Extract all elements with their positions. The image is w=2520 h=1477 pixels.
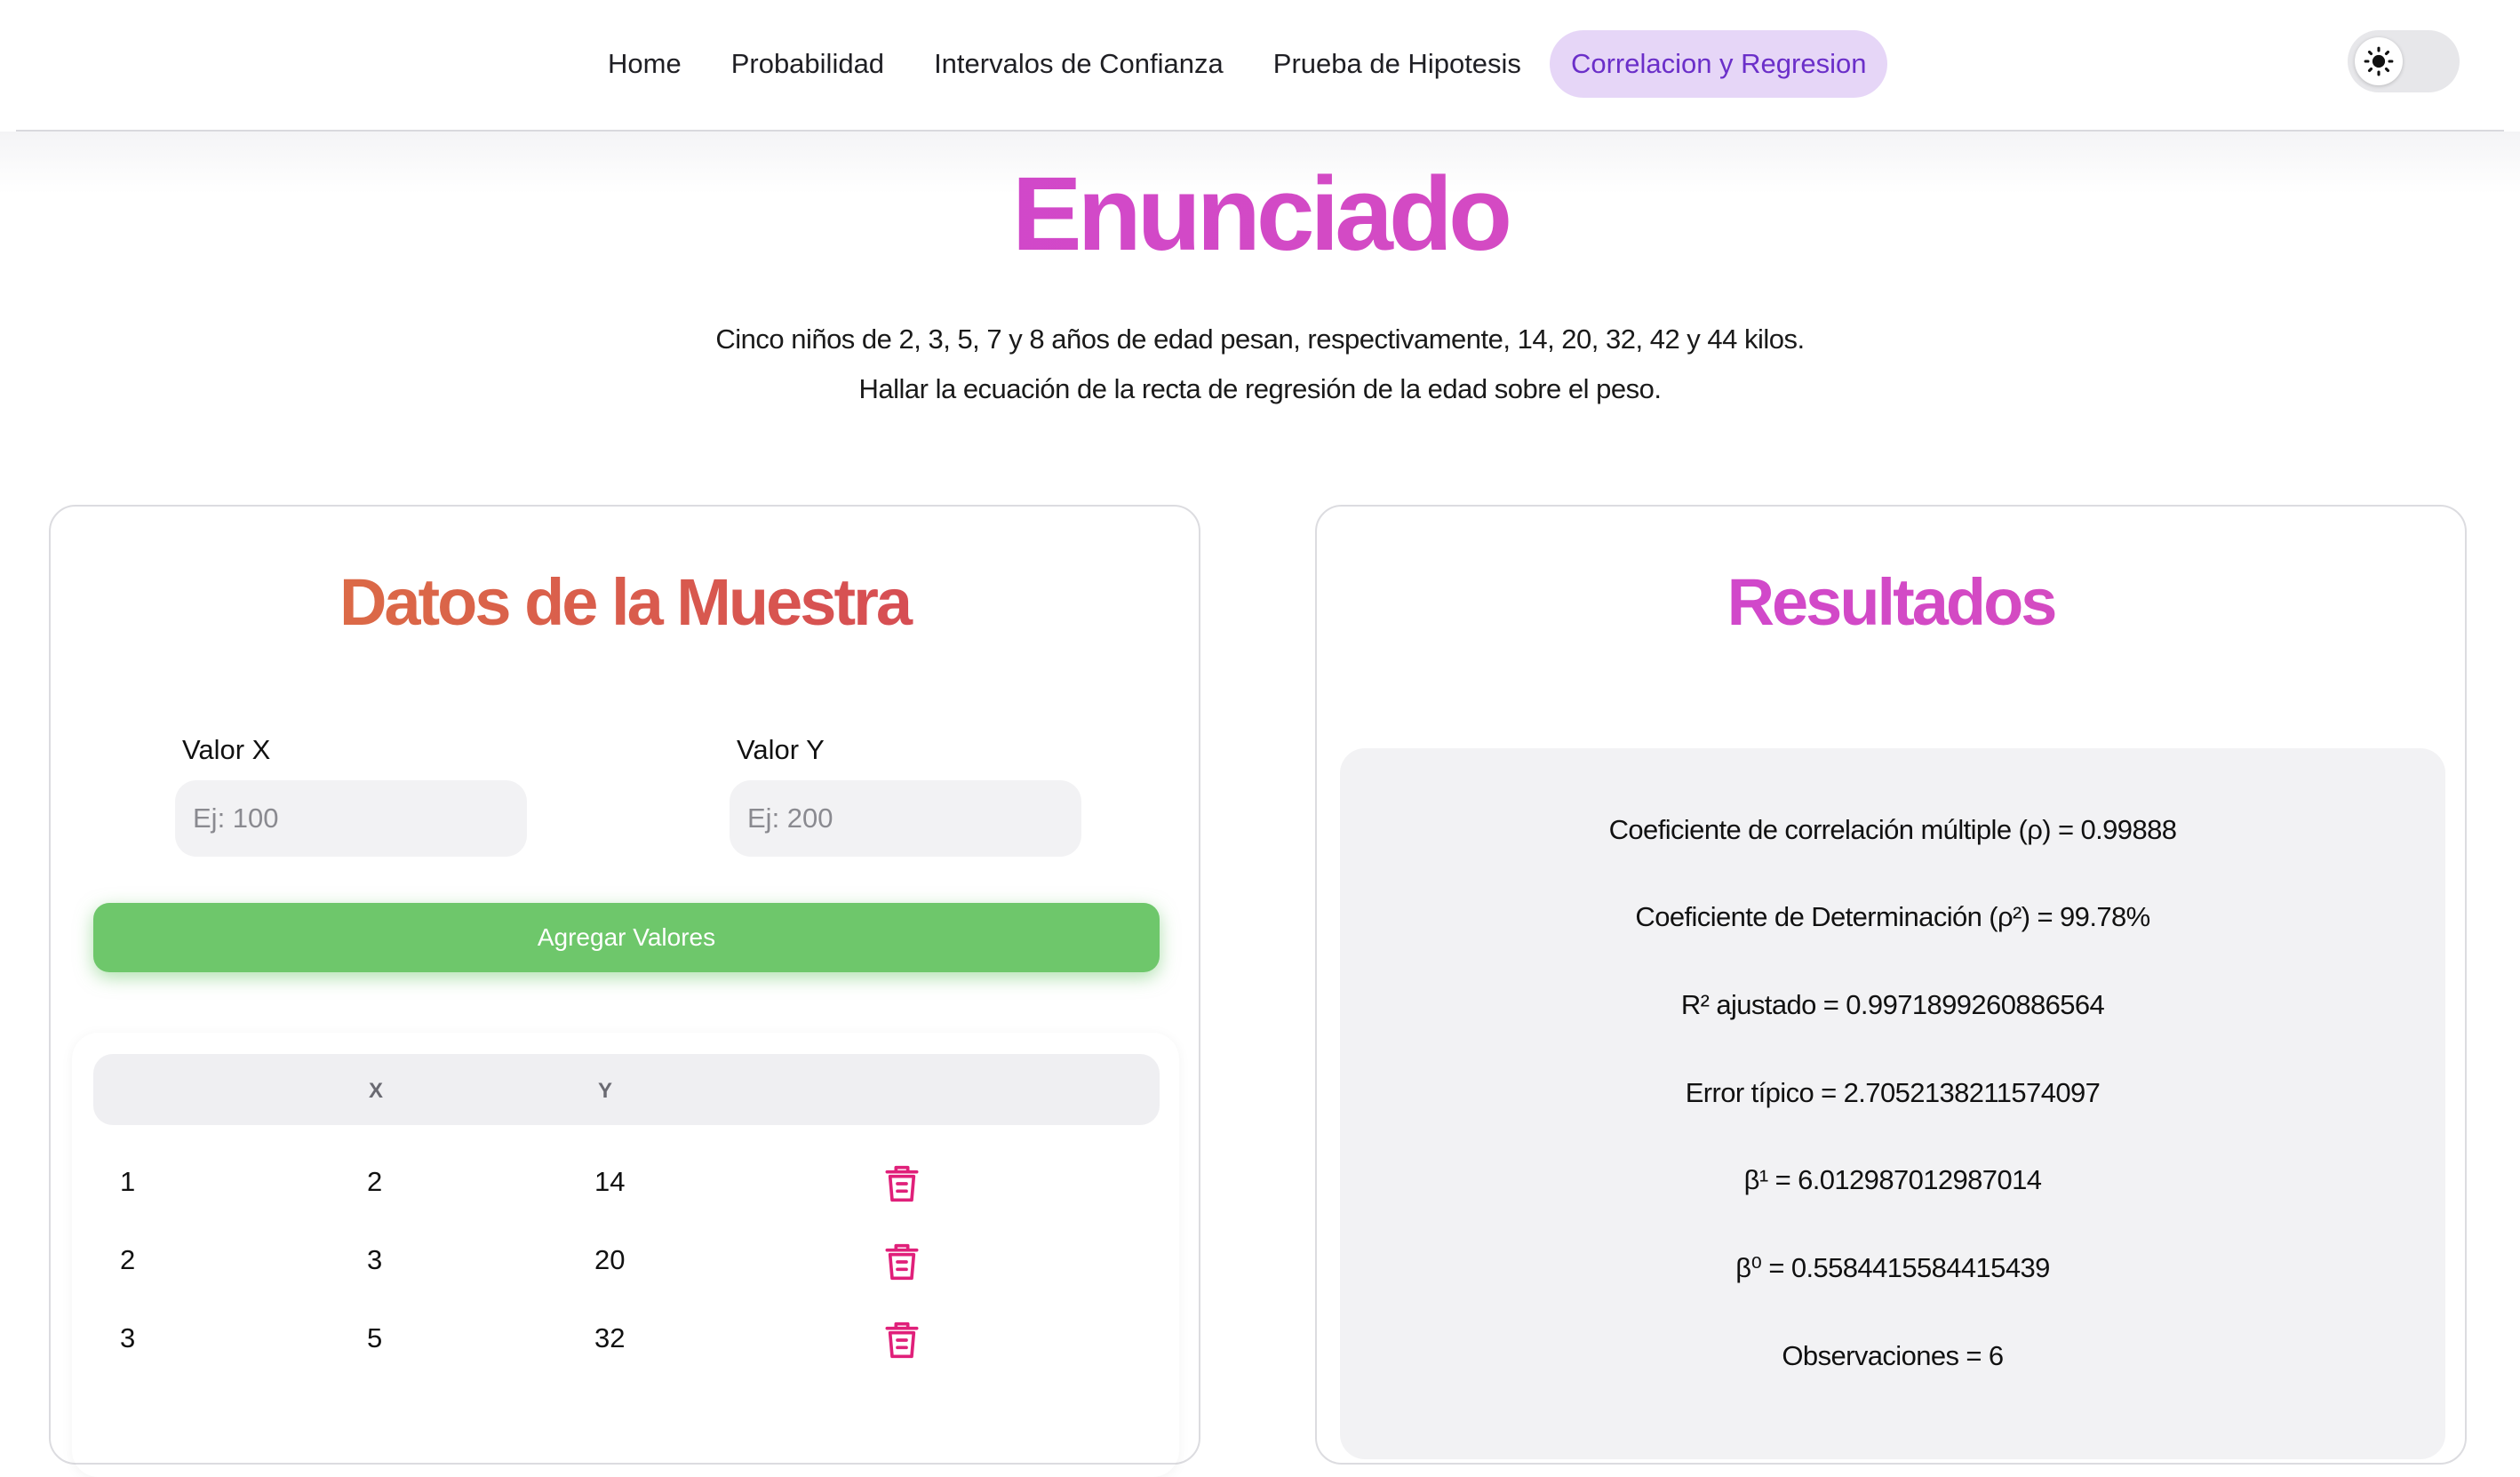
delete-row-button[interactable]: [884, 1164, 920, 1203]
sample-data-title: Datos de la Muestra: [51, 560, 1199, 645]
y-value-label: Valor Y: [737, 734, 825, 765]
statement-line-2: Hallar la ecuación de la recta de regres…: [858, 373, 1662, 404]
results-card: Resultados Coeficiente de correlación mú…: [1315, 505, 2467, 1465]
theme-toggle[interactable]: [2348, 30, 2460, 92]
row-x-value: 3: [367, 1244, 383, 1275]
delete-row-button[interactable]: [884, 1242, 920, 1281]
result-correlation: Coeficiente de correlación múltiple (ρ) …: [1608, 814, 2177, 845]
sun-icon: [2364, 46, 2394, 76]
row-x-value: 5: [367, 1322, 383, 1353]
result-determination: Coeficiente de Determinación (ρ²) = 99.7…: [1635, 901, 2150, 932]
trash-icon: [885, 1165, 919, 1202]
sample-data-card: Datos de la Muestra Valor X Valor Y Agre…: [49, 505, 1200, 1465]
table-header: X Y: [93, 1054, 1160, 1125]
trash-icon: [885, 1243, 919, 1281]
row-y-value: 20: [594, 1244, 626, 1275]
column-header-x: X: [369, 1079, 384, 1103]
add-values-button[interactable]: Agregar Valores: [93, 903, 1160, 972]
nav-probabilidad[interactable]: Probabilidad: [710, 30, 905, 98]
table-row: 1 2 14: [93, 1146, 1160, 1225]
sample-table: X Y 1 2 14 2 3 20 3 5 32: [72, 1033, 1179, 1477]
results-title: Resultados: [1317, 560, 2465, 645]
nav-prueba-de-hipotesis[interactable]: Prueba de Hipotesis: [1252, 30, 1543, 98]
delete-row-button[interactable]: [884, 1321, 920, 1360]
column-header-y: Y: [598, 1079, 613, 1103]
row-y-value: 14: [594, 1166, 626, 1197]
main-nav: Home Probabilidad Intervalos de Confianz…: [586, 30, 1888, 98]
x-value-input[interactable]: [175, 780, 527, 857]
nav-correlacion-y-regresion[interactable]: Correlacion y Regresion: [1549, 30, 1888, 98]
result-observations: Observaciones = 6: [1782, 1340, 2004, 1371]
results-panel: Coeficiente de correlación múltiple (ρ) …: [1340, 748, 2445, 1459]
row-index: 3: [120, 1322, 136, 1353]
nav-intervalos-de-confianza[interactable]: Intervalos de Confianza: [913, 30, 1245, 98]
row-index: 1: [120, 1166, 136, 1197]
page-title: Enunciado: [0, 156, 2520, 272]
result-standard-error: Error típico = 2.7052138211574097: [1685, 1077, 2101, 1108]
trash-icon: [885, 1321, 919, 1359]
result-beta-0: β⁰ = 0.5584415584415439: [1735, 1252, 2050, 1283]
result-beta-1: β¹ = 6.012987012987014: [1743, 1164, 2042, 1195]
y-value-input[interactable]: [730, 780, 1081, 857]
nav-home[interactable]: Home: [586, 30, 703, 98]
theme-toggle-knob: [2355, 37, 2403, 85]
row-index: 2: [120, 1244, 136, 1275]
row-y-value: 32: [594, 1322, 626, 1353]
row-x-value: 2: [367, 1166, 383, 1197]
x-value-label: Valor X: [182, 734, 271, 765]
result-adjusted-r2: R² ajustado = 0.9971899260886564: [1680, 989, 2105, 1020]
statement-line-1: Cinco niños de 2, 3, 5, 7 y 8 años de ed…: [715, 323, 1805, 355]
table-row: 2 3 20: [93, 1225, 1160, 1303]
problem-statement: Cinco niños de 2, 3, 5, 7 y 8 años de ed…: [0, 315, 2520, 414]
table-row: 3 5 32: [93, 1303, 1160, 1381]
